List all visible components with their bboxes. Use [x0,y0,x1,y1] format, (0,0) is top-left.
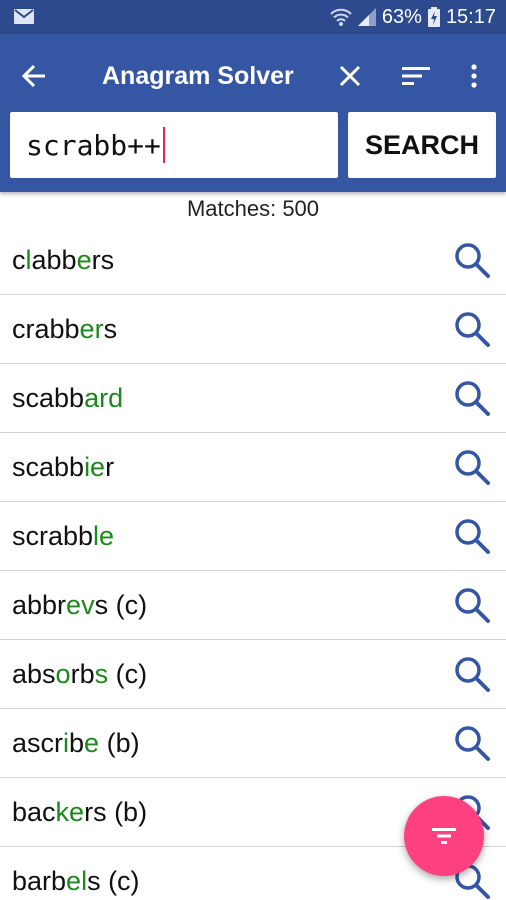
added-letters: s [94,659,109,689]
added-letters: ard [84,383,124,413]
signal-icon [357,8,376,26]
matched-letters: b [69,728,85,758]
added-letters: ev [66,590,95,620]
close-icon [339,65,361,87]
matched-letters: rb [70,659,95,689]
matched-letters: rs (b) [84,797,148,827]
page-title: Anagram Solver [102,62,294,90]
arrow-back-icon [21,64,45,88]
search-button[interactable]: SEARCH [348,112,496,178]
matched-letters: s (c) [87,866,140,896]
result-word: barbels (c) [12,847,140,900]
battery-percent: 63% [381,5,422,28]
search-icon[interactable] [452,309,492,349]
result-word: clabbers [12,226,114,295]
added-letters: ke [55,797,85,827]
matched-letters: abs [12,659,56,689]
matched-letters: r [105,452,115,482]
matched-letters: bac [12,797,56,827]
result-word: absorbs (c) [12,640,147,709]
search-icon[interactable] [452,585,492,625]
filter-fab-button[interactable] [404,796,484,876]
matches-count: Matches: 500 [186,196,320,221]
result-word: crabbers [12,295,117,364]
result-word: scabbier [12,433,114,502]
result-row[interactable]: scrabble [0,502,506,571]
result-word: backers (b) [12,778,147,847]
status-bar: 63% 15:17 [0,0,506,34]
added-letters: o [55,659,71,689]
added-letters: e [84,728,100,758]
result-word: ascribe (b) [12,709,140,778]
added-letters: le [93,521,115,551]
filter-icon [432,828,456,844]
app-bar: Anagram Solver scrabb++ SEARCH [0,34,506,192]
search-icon[interactable] [452,240,492,280]
matched-letters: s (c) [94,590,148,620]
search-icon[interactable] [452,654,492,694]
result-word: scrabble [12,502,114,571]
result-row[interactable]: scabbier [0,433,506,502]
matched-letters: barb [12,866,67,896]
matched-letters: crabb [12,314,80,344]
matched-letters: s [103,314,118,344]
matched-letters: (b) [99,728,140,758]
sort-button[interactable] [396,56,436,96]
more-vert-icon [471,64,477,88]
added-letters: er [79,314,104,344]
matched-letters: abb [31,245,77,275]
added-letters: ie [84,452,106,482]
matched-letters: scabb [12,452,85,482]
result-row[interactable]: abbrevs (c) [0,571,506,640]
search-icon[interactable] [452,516,492,556]
search-input[interactable]: scrabb++ [10,112,338,178]
search-icon[interactable] [452,723,492,763]
matched-letters: c [12,245,26,275]
text-caret [162,127,165,163]
sort-icon [402,67,430,85]
added-letters: el [66,866,88,896]
result-row[interactable]: absorbs (c) [0,640,506,709]
result-row[interactable]: clabbers [0,226,506,295]
clear-button[interactable] [330,56,370,96]
result-row[interactable]: ascribe (b) [0,709,506,778]
more-options-button[interactable] [456,56,492,96]
matched-letters: scrabb [12,521,94,551]
matched-letters: (c) [108,659,148,689]
search-input-value: scrabb++ [26,128,161,162]
mail-notification-icon [14,9,34,24]
wifi-icon [330,8,352,26]
result-row[interactable]: crabbers [0,295,506,364]
result-word: scabbard [12,364,123,433]
back-button[interactable] [14,56,54,96]
search-icon[interactable] [452,378,492,418]
clock: 15:17 [445,5,496,28]
search-icon[interactable] [452,447,492,487]
result-word: abbrevs (c) [12,571,147,640]
matched-letters: ascr [12,728,64,758]
matched-letters: scabb [12,383,85,413]
matched-letters: rs [91,245,115,275]
added-letters: e [76,245,92,275]
matched-letters: abbr [12,590,67,620]
battery-charging-icon [427,7,440,27]
result-row[interactable]: scabbard [0,364,506,433]
